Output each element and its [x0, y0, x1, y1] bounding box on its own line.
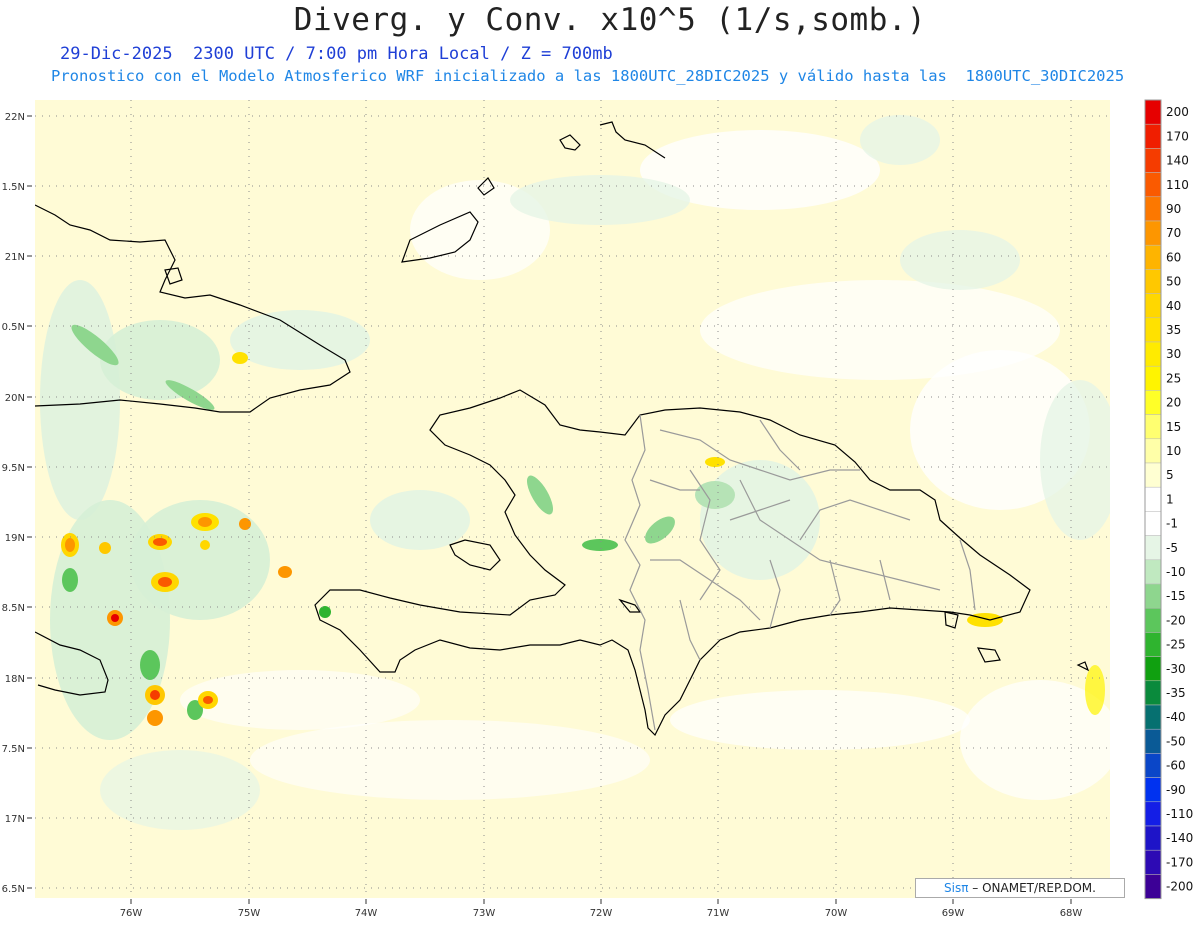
- lon-label: 68W: [1060, 908, 1083, 919]
- colorbar-swatch: [1144, 777, 1162, 803]
- colorbar-label: -30: [1166, 662, 1186, 676]
- colorbar-label: 25: [1166, 371, 1181, 385]
- lat-label: 17N: [5, 814, 25, 825]
- colorbar-label: 90: [1166, 202, 1181, 216]
- colorbar-label: -10: [1166, 565, 1186, 579]
- lon-label: 73W: [473, 908, 496, 919]
- lat-label: 22N: [5, 112, 25, 123]
- colorbar-label: 200: [1166, 105, 1189, 119]
- colorbar-label: -90: [1166, 783, 1186, 797]
- colorbar-label: -140: [1166, 831, 1193, 845]
- colorbar-label: -40: [1166, 710, 1186, 724]
- lat-label: 6.5N: [2, 884, 25, 895]
- colorbar-label: -200: [1166, 880, 1193, 894]
- lat-label: 9.5N: [2, 463, 25, 474]
- colorbar-swatch: [1144, 414, 1162, 440]
- colorbar-label: -110: [1166, 807, 1193, 821]
- colorbar-swatch: [1144, 148, 1162, 173]
- colorbar-label: -25: [1166, 638, 1186, 652]
- colorbar-swatch: [1144, 849, 1162, 875]
- colorbar-label: -50: [1166, 734, 1186, 748]
- colorbar-swatch: [1144, 656, 1162, 682]
- colorbar-label: 140: [1166, 154, 1189, 168]
- colorbar-swatch: [1144, 196, 1162, 222]
- colorbar-swatch: [1144, 462, 1162, 488]
- colorbar-label: -170: [1166, 855, 1193, 869]
- lat-label: 21N: [5, 252, 25, 263]
- lat-label: 1.5N: [2, 182, 25, 193]
- colorbar-label: 60: [1166, 250, 1181, 264]
- lon-label: 76W: [120, 908, 143, 919]
- lon-label: 69W: [942, 908, 965, 919]
- colorbar-swatch: [1144, 801, 1162, 827]
- colorbar-swatch: [1144, 172, 1162, 198]
- colorbar-swatch: [1144, 535, 1162, 561]
- longitude-ticks: [130, 899, 1072, 904]
- colorbar-label: -35: [1166, 686, 1186, 700]
- colorbar-label: -1: [1166, 517, 1178, 531]
- colorbar-swatch: [1144, 704, 1162, 730]
- colorbar-label: 15: [1166, 420, 1181, 434]
- colorbar-swatch: [1144, 511, 1162, 536]
- colorbar-swatch: [1144, 293, 1162, 319]
- colorbar-label: -15: [1166, 589, 1186, 603]
- colorbar-swatch: [1144, 486, 1162, 512]
- colorbar-label: 20: [1166, 396, 1181, 410]
- colorbar-swatch: [1144, 438, 1162, 464]
- lat-label: 7.5N: [2, 744, 25, 755]
- lon-label: 74W: [355, 908, 378, 919]
- sispi-logo: Sisπ: [944, 881, 969, 895]
- latitude-ticks: [27, 115, 32, 889]
- lon-label: 72W: [590, 908, 613, 919]
- colorbar-swatch: [1144, 269, 1162, 294]
- divergence-map: 22N 1.5N 21N 0.5N 20N 9.5N 19N 8.5N 18N …: [2, 99, 1193, 919]
- lat-label: 20N: [5, 393, 25, 404]
- colorbar-label: 170: [1166, 129, 1189, 143]
- colorbar-label: 40: [1166, 299, 1181, 313]
- colorbar-label: -20: [1166, 613, 1186, 627]
- colorbar-label: 50: [1166, 275, 1181, 289]
- lat-label: 8.5N: [2, 603, 25, 614]
- lon-label: 71W: [707, 908, 730, 919]
- colorbar-swatch: [1144, 874, 1162, 899]
- colorbar: 200 170 140 110 90 70 60 50 40 35 30 25 20 15 10 5 1 -1 -5…: [1144, 99, 1193, 900]
- colorbar-swatch: [1144, 365, 1162, 391]
- lat-label: 18N: [5, 674, 25, 685]
- colorbar-label: 1: [1166, 492, 1174, 506]
- colorbar-swatch: [1144, 583, 1162, 609]
- colorbar-swatch: [1144, 825, 1162, 851]
- longitude-labels: 76W 75W 74W 73W 72W 71W 70W 69W 68W: [120, 908, 1083, 919]
- lat-label: 19N: [5, 533, 25, 544]
- credit-box: Sisπ – ONAMET/REP.DOM.: [915, 878, 1125, 898]
- colorbar-label: 110: [1166, 178, 1189, 192]
- latitude-labels: 22N 1.5N 21N 0.5N 20N 9.5N 19N 8.5N 18N …: [2, 112, 25, 895]
- colorbar-swatch: [1144, 390, 1162, 415]
- colorbar-label: 5: [1166, 468, 1174, 482]
- lon-label: 75W: [238, 908, 261, 919]
- colorbar-swatch: [1144, 317, 1162, 343]
- colorbar-swatch: [1144, 728, 1162, 754]
- colorbar-swatch: [1144, 341, 1162, 367]
- colorbar-label: 30: [1166, 347, 1181, 361]
- colorbar-label: -60: [1166, 759, 1186, 773]
- lon-label: 70W: [825, 908, 848, 919]
- colorbar-swatch: [1144, 680, 1162, 706]
- colorbar-swatch: [1144, 632, 1162, 657]
- colorbar-swatch: [1144, 123, 1162, 149]
- credit-text: – ONAMET/REP.DOM.: [972, 881, 1096, 895]
- shaded-field: [35, 100, 1110, 898]
- colorbar-label: 70: [1166, 226, 1181, 240]
- lat-label: 0.5N: [2, 322, 25, 333]
- colorbar-swatch: [1144, 607, 1162, 633]
- colorbar-swatch: [1144, 244, 1162, 270]
- colorbar-label: 10: [1166, 444, 1181, 458]
- colorbar-swatch: [1144, 220, 1162, 246]
- colorbar-label: 35: [1166, 323, 1181, 337]
- colorbar-swatch: [1144, 753, 1162, 778]
- colorbar-label: -5: [1166, 541, 1178, 555]
- colorbar-swatch: [1144, 559, 1162, 585]
- colorbar-swatch: [1144, 99, 1162, 125]
